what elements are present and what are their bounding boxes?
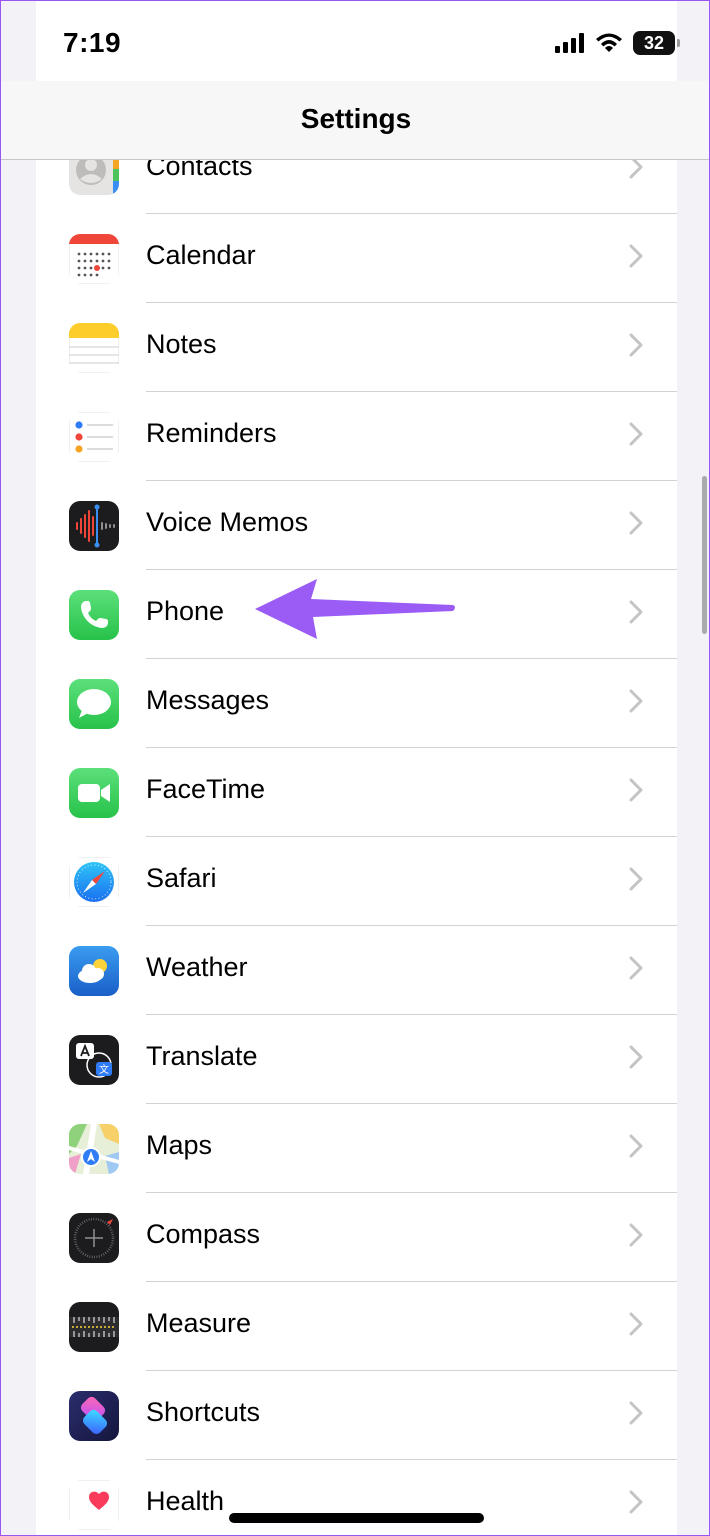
measure-icon (69, 1302, 119, 1352)
notes-icon (69, 323, 119, 373)
settings-row-label: Notes (146, 329, 217, 359)
reminders-icon (69, 412, 119, 462)
chevron-right-icon (629, 333, 643, 357)
settings-row-calendar[interactable]: Calendar (36, 214, 677, 303)
settings-row-label: Weather (146, 952, 248, 982)
settings-row-voice-memos[interactable]: Voice Memos (36, 481, 677, 570)
settings-row-safari[interactable]: Safari (36, 837, 677, 926)
chevron-right-icon (629, 1134, 643, 1158)
facetime-icon (69, 768, 119, 818)
settings-list: Contacts Calendar Notes Reminders Voice … (36, 1, 677, 1535)
cellular-signal-icon (555, 33, 584, 53)
scroll-indicator[interactable] (702, 476, 707, 634)
chevron-right-icon (629, 778, 643, 802)
voice-memos-icon (69, 501, 119, 551)
navigation-bar: Settings (1, 81, 709, 160)
chevron-right-icon (629, 1312, 643, 1336)
chevron-right-icon (629, 244, 643, 268)
settings-row-label: Calendar (146, 240, 256, 270)
settings-row-translate[interactable]: 文 Translate (36, 1015, 677, 1104)
page-title: Settings (300, 103, 412, 134)
home-indicator[interactable] (229, 1513, 484, 1523)
chevron-right-icon (629, 422, 643, 446)
chevron-right-icon (629, 1401, 643, 1425)
chevron-right-icon (629, 867, 643, 891)
chevron-right-icon (629, 1490, 643, 1514)
status-bar: 7:19 32 (1, 1, 709, 81)
calendar-icon (69, 234, 119, 284)
settings-row-messages[interactable]: Messages (36, 659, 677, 748)
battery-icon: 32 (633, 31, 681, 55)
svg-text:文: 文 (99, 1063, 109, 1076)
settings-row-label: Health (146, 1486, 225, 1516)
settings-row-notes[interactable]: Notes (36, 303, 677, 392)
settings-row-maps[interactable]: Maps (36, 1104, 677, 1193)
shortcuts-icon (69, 1391, 119, 1441)
battery-level: 32 (643, 33, 665, 53)
safari-icon (69, 857, 119, 907)
weather-icon (69, 946, 119, 996)
settings-row-label: Reminders (146, 418, 277, 448)
translate-icon: 文 (69, 1035, 119, 1085)
chevron-right-icon (629, 689, 643, 713)
settings-row-compass[interactable]: Compass (36, 1193, 677, 1282)
settings-row-label: Maps (146, 1130, 213, 1160)
chevron-right-icon (629, 511, 643, 535)
settings-row-label: Compass (146, 1219, 261, 1249)
settings-row-label: Phone (146, 596, 225, 626)
health-icon (69, 1480, 119, 1530)
annotation-arrow-icon (255, 579, 455, 639)
settings-row-health[interactable]: Health (36, 1460, 677, 1535)
settings-row-label: Measure (146, 1308, 252, 1338)
chevron-right-icon (629, 1045, 643, 1069)
status-time: 7:19 (63, 27, 122, 58)
settings-row-label: Translate (146, 1041, 258, 1071)
settings-row-label: Voice Memos (146, 507, 309, 537)
settings-row-label: Safari (146, 863, 217, 893)
chevron-right-icon (629, 1223, 643, 1247)
chevron-right-icon (629, 600, 643, 624)
compass-icon (69, 1213, 119, 1263)
messages-icon (69, 679, 119, 729)
maps-icon (69, 1124, 119, 1174)
wifi-icon (596, 33, 622, 52)
chevron-right-icon (629, 956, 643, 980)
settings-row-shortcuts[interactable]: Shortcuts (36, 1371, 677, 1460)
settings-row-label: Shortcuts (146, 1397, 261, 1427)
status-icons: 32 (555, 31, 681, 55)
settings-row-weather[interactable]: Weather (36, 926, 677, 1015)
settings-row-label: Messages (146, 685, 270, 715)
screen: Contacts Calendar Notes Reminders Voice … (0, 0, 710, 1536)
settings-row-facetime[interactable]: FaceTime (36, 748, 677, 837)
settings-row-reminders[interactable]: Reminders (36, 392, 677, 481)
settings-row-label: FaceTime (146, 774, 266, 804)
phone-icon (69, 590, 119, 640)
settings-row-measure[interactable]: Measure (36, 1282, 677, 1371)
